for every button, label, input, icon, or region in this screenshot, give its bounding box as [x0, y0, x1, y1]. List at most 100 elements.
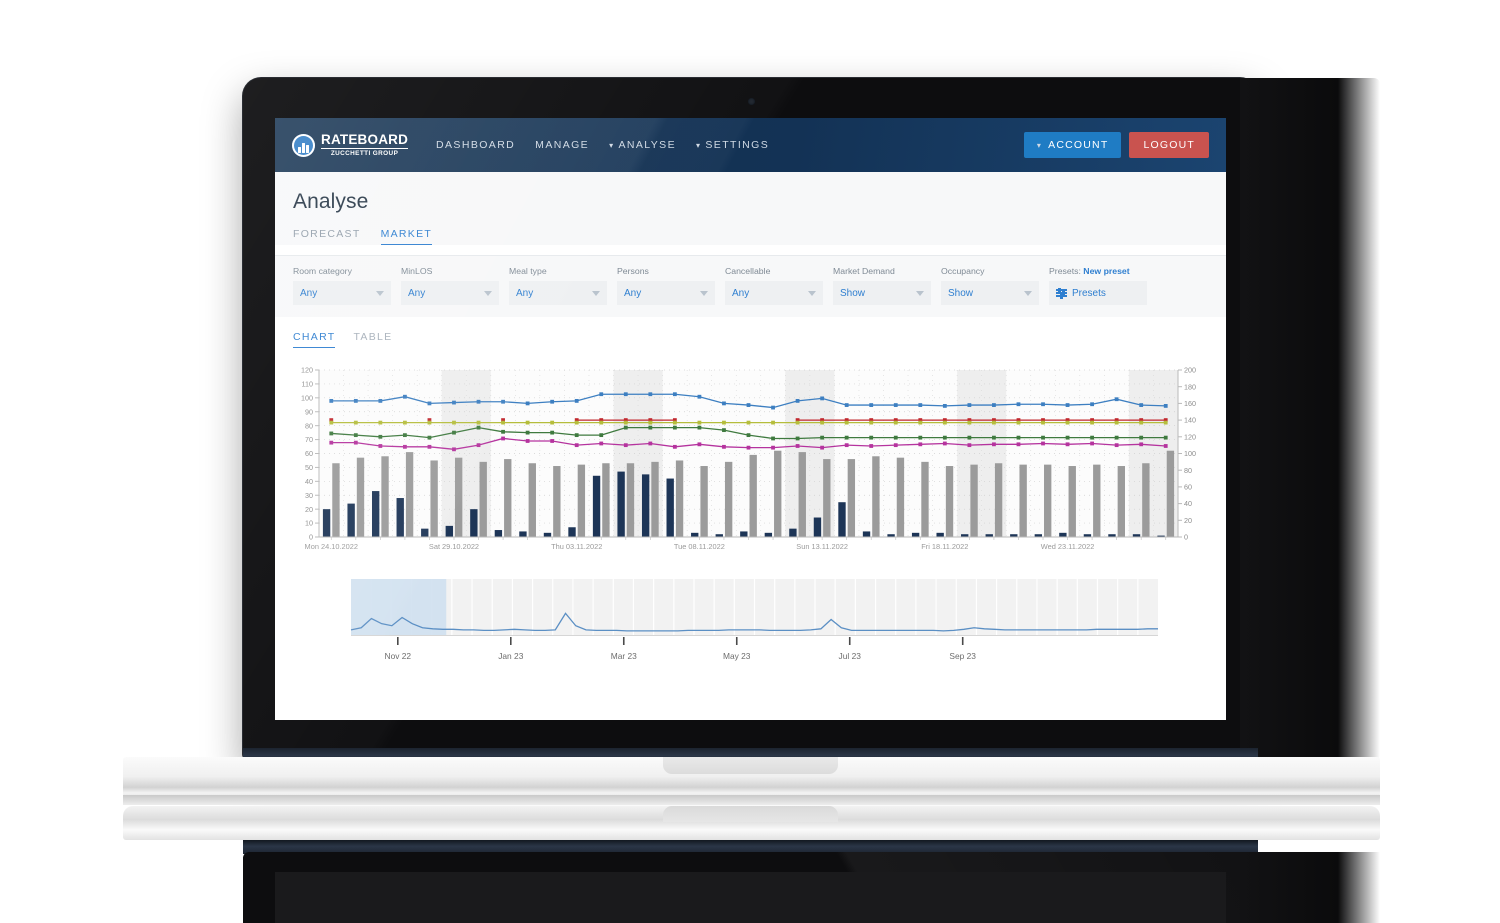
svg-text:80: 80: [305, 421, 313, 430]
svg-text:Jan 23: Jan 23: [498, 651, 523, 661]
svg-text:50: 50: [305, 463, 313, 472]
chevron-down-icon: [376, 290, 384, 296]
svg-text:May 23: May 23: [723, 651, 751, 661]
laptop-screen: RATEBOARD ZUCCHETTI GROUP DASHBOARD MANA…: [275, 118, 1226, 720]
svg-text:Sep 23: Sep 23: [949, 651, 976, 661]
chart-container: 0 10 20 30 40 50 60 70 80 90 100 110 120 0 20 40 60 80 100…: [275, 348, 1226, 567]
laptop-side-shadow-reflection: [1240, 852, 1380, 923]
presets-label-prefix: Presets:: [1049, 266, 1081, 276]
filter-label: Market Demand: [833, 266, 895, 276]
chevron-down-icon: [700, 290, 708, 296]
range-navigator-container: Nov 22 Jan 23 Mar 23 May 23 Jul 23 Sep 23: [275, 567, 1226, 683]
subtab-forecast[interactable]: FORECAST: [293, 228, 361, 245]
nav-item-settings[interactable]: ▾ SETTINGS: [696, 139, 769, 151]
chevron-down-icon: [808, 290, 816, 296]
rateboard-app: RATEBOARD ZUCCHETTI GROUP DASHBOARD MANA…: [275, 118, 1226, 720]
nav-label-dashboard: DASHBOARD: [436, 139, 516, 151]
filter-label: Occupancy: [941, 266, 985, 276]
top-navigation-bar: RATEBOARD ZUCCHETTI GROUP DASHBOARD MANA…: [275, 118, 1226, 172]
rateboard-logo-icon: [292, 133, 315, 157]
market-analysis-chart[interactable]: 0 10 20 30 40 50 60 70 80 90 100 110 120 0 20 40 60 80 100…: [283, 362, 1218, 567]
filter-select-persons[interactable]: Any: [617, 281, 715, 305]
nav-label-manage: MANAGE: [535, 139, 590, 151]
filter-value: Any: [732, 287, 750, 299]
presets-label: Presets: New preset: [1049, 266, 1147, 276]
filter-value: Any: [624, 287, 642, 299]
chevron-down-icon: ▾: [1036, 140, 1043, 150]
filter-value: Any: [516, 287, 534, 299]
presets-button-label: Presets: [1072, 287, 1106, 299]
filter-meal-type: Meal type Any: [509, 266, 607, 305]
svg-text:Tue 08.11.2022: Tue 08.11.2022: [674, 542, 725, 551]
filter-select-minlos[interactable]: Any: [401, 281, 499, 305]
filter-value: Show: [948, 287, 974, 299]
chevron-down-icon: [1024, 290, 1032, 296]
view-tabs: CHART TABLE: [275, 317, 1226, 348]
svg-text:Jul 23: Jul 23: [839, 651, 862, 661]
filter-minlos: MinLOS Any: [401, 266, 499, 305]
svg-text:Thu 03.11.2022: Thu 03.11.2022: [551, 542, 602, 551]
svg-text:100: 100: [1184, 449, 1196, 458]
svg-text:Sat 29.10.2022: Sat 29.10.2022: [429, 542, 479, 551]
filter-label: Persons: [617, 266, 649, 276]
laptop-side-shadow: [1240, 78, 1380, 760]
main-nav: DASHBOARD MANAGE ▾ ANALYSE ▾ SETTINGS: [436, 139, 769, 151]
chevron-down-icon: [484, 290, 492, 296]
page-subtabs: FORECAST MARKET: [293, 228, 1208, 245]
tab-table[interactable]: TABLE: [353, 331, 392, 348]
account-button[interactable]: ▾ ACCOUNT: [1023, 132, 1122, 158]
tab-chart[interactable]: CHART: [293, 331, 336, 348]
laptop-base-notch: [663, 757, 838, 774]
chevron-down-icon: [592, 290, 600, 296]
topbar-actions: ▾ ACCOUNT LOGOUT: [1023, 132, 1226, 158]
range-navigator[interactable]: Nov 22 Jan 23 Mar 23 May 23 Jul 23 Sep 23: [283, 573, 1218, 683]
svg-text:0: 0: [1184, 533, 1188, 542]
svg-text:10: 10: [305, 519, 313, 528]
filter-label: Meal type: [509, 266, 547, 276]
filter-select-cancellable[interactable]: Any: [725, 281, 823, 305]
svg-text:20: 20: [1184, 516, 1192, 525]
chevron-down-icon: ▾: [695, 140, 702, 150]
nav-item-manage[interactable]: MANAGE: [535, 139, 589, 151]
svg-text:100: 100: [301, 393, 313, 402]
filter-value: Any: [300, 287, 318, 299]
account-button-label: ACCOUNT: [1048, 139, 1109, 151]
brand-subtitle: ZUCCHETTI GROUP: [330, 149, 399, 157]
page-header: Analyse FORECAST MARKET: [275, 172, 1226, 245]
page-title: Analyse: [293, 190, 369, 213]
subtab-market[interactable]: MARKET: [380, 228, 433, 245]
nav-item-analyse[interactable]: ▾ ANALYSE: [609, 139, 676, 151]
brand-logo[interactable]: RATEBOARD ZUCCHETTI GROUP: [292, 132, 409, 157]
filter-market-demand: Market Demand Show: [833, 266, 931, 305]
filter-label: MinLOS: [401, 266, 433, 276]
filter-select-market-demand[interactable]: Show: [833, 281, 931, 305]
new-preset-link[interactable]: New preset: [1083, 266, 1129, 276]
svg-text:110: 110: [302, 380, 313, 389]
filter-cancellable: Cancellable Any: [725, 266, 823, 305]
filter-presets: Presets: New preset Presets: [1049, 266, 1147, 305]
svg-text:Nov 22: Nov 22: [385, 651, 412, 661]
presets-button[interactable]: Presets: [1049, 281, 1147, 305]
laptop-screen-reflection: [275, 872, 1226, 923]
filter-select-meal-type[interactable]: Any: [509, 281, 607, 305]
brand-text: RATEBOARD ZUCCHETTI GROUP: [321, 132, 409, 157]
logout-button[interactable]: LOGOUT: [1129, 132, 1209, 158]
logout-button-label: LOGOUT: [1143, 139, 1195, 151]
svg-text:20: 20: [305, 505, 313, 514]
svg-text:140: 140: [1184, 416, 1196, 425]
svg-text:Mon 24.10.2022: Mon 24.10.2022: [305, 542, 358, 551]
filter-select-occupancy[interactable]: Show: [941, 281, 1039, 305]
nav-label-analyse: ANALYSE: [618, 139, 676, 151]
svg-text:60: 60: [1184, 483, 1192, 492]
nav-item-dashboard[interactable]: DASHBOARD: [436, 139, 515, 151]
svg-text:180: 180: [1184, 382, 1196, 391]
filter-label: Cancellable: [725, 266, 771, 276]
filter-persons: Persons Any: [617, 266, 715, 305]
chevron-down-icon: [916, 290, 924, 296]
filter-select-room-category[interactable]: Any: [293, 281, 391, 305]
sliders-icon: [1056, 287, 1067, 298]
svg-text:30: 30: [305, 491, 313, 500]
brand-name: RATEBOARD: [321, 132, 409, 149]
laptop-notch-reflection: [663, 806, 838, 822]
filter-value: Any: [408, 287, 426, 299]
